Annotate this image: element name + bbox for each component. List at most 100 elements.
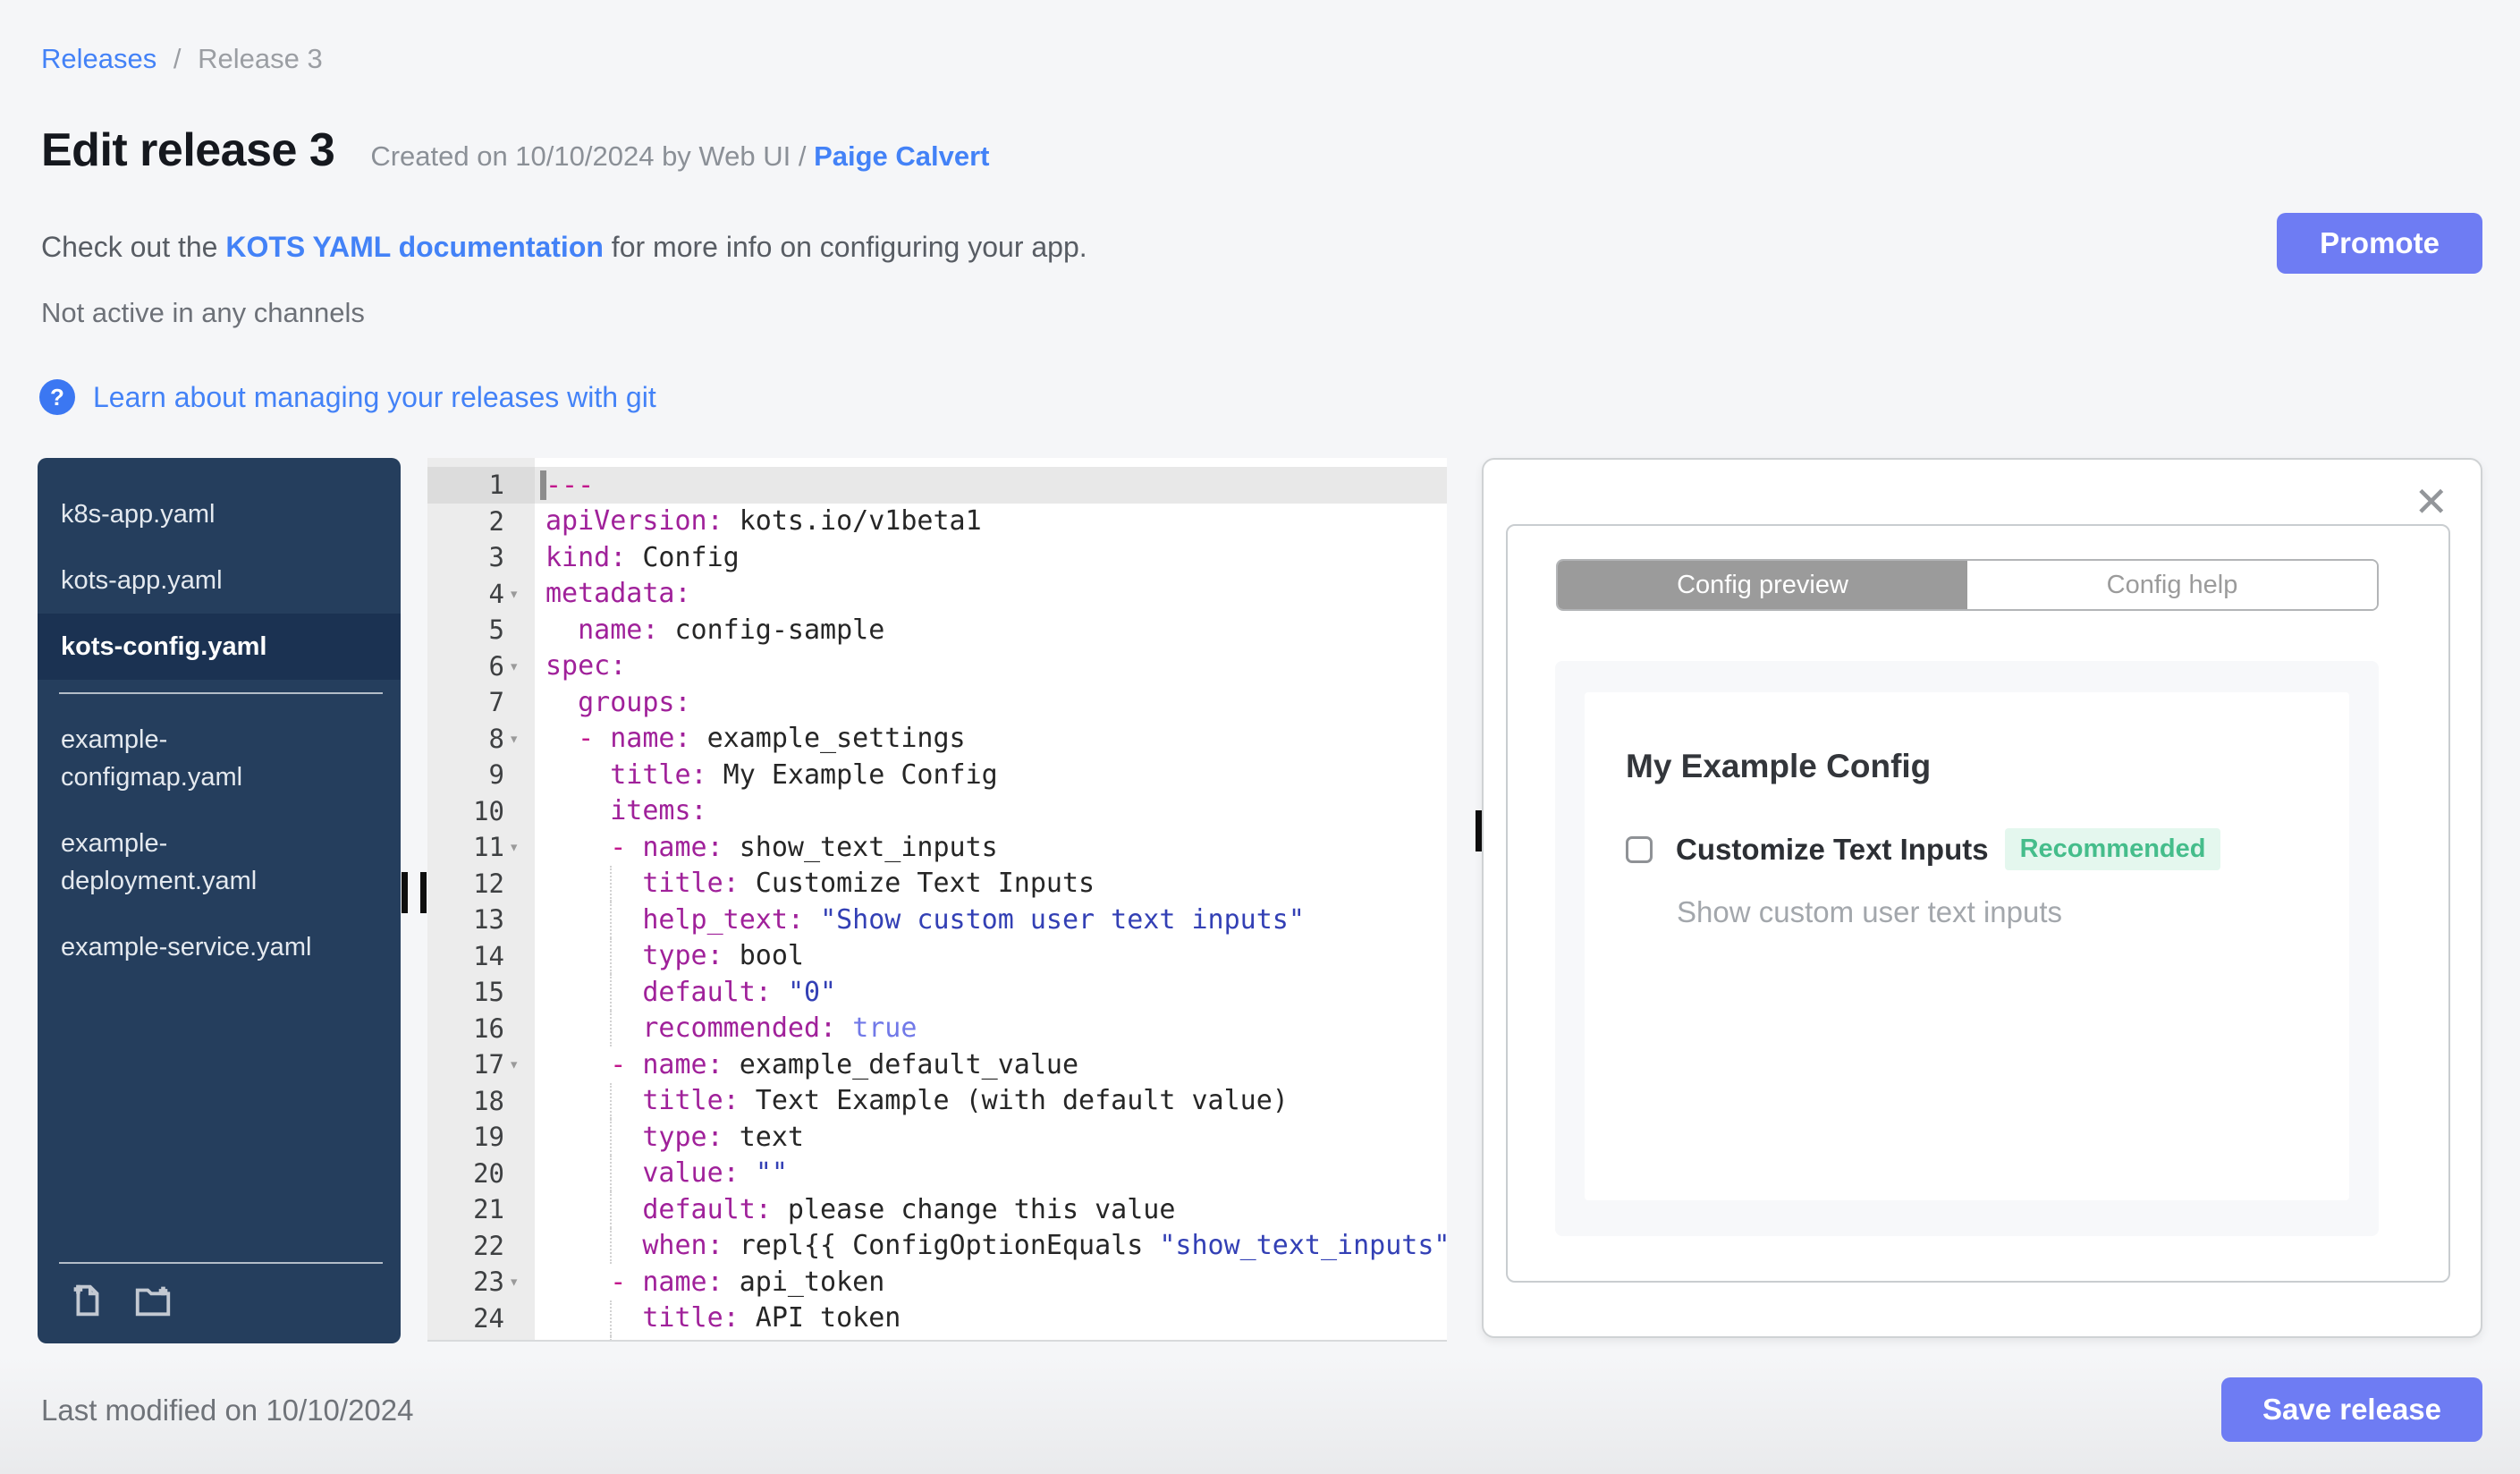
- code-text: value: "": [535, 1155, 1447, 1192]
- code-text: help_text: "Show custom user text inputs…: [535, 902, 1447, 938]
- line-number: 1: [427, 467, 535, 504]
- code-line[interactable]: 25 type: password: [427, 1336, 1447, 1340]
- author-link[interactable]: Paige Calvert: [814, 140, 989, 172]
- line-number: 15: [427, 974, 535, 1011]
- code-text: - name: example_settings: [578, 723, 966, 755]
- line-number: 9: [427, 757, 535, 793]
- code-line[interactable]: 11 ▾ - name: show_text_inputs: [427, 829, 1447, 866]
- line-number: 18: [427, 1082, 535, 1119]
- sidebar-editor-resize-handle[interactable]: [402, 872, 427, 913]
- doc-prefix: Check out the: [41, 231, 226, 263]
- config-preview-inner: Config preview Config help My Example Co…: [1506, 524, 2450, 1283]
- line-number: 6 ▾: [427, 648, 535, 684]
- line-number: 17 ▾: [427, 1046, 535, 1083]
- code-text: - name: show_text_inputs: [610, 831, 998, 863]
- code-line[interactable]: 6 ▾ spec:: [427, 648, 1447, 684]
- config-group-title: My Example Config: [1626, 748, 1932, 784]
- yaml-code-editor[interactable]: 1 --- 2 apiVersion: kots.io/v1beta1 3 kind: C…: [427, 458, 1447, 1342]
- code-line[interactable]: 3 kind: Config: [427, 539, 1447, 576]
- config-preview-panel: ✕ Config preview Config help My Example …: [1482, 458, 2482, 1338]
- code-line[interactable]: 16 recommended: true: [427, 1010, 1447, 1047]
- line-number: 19: [427, 1119, 535, 1156]
- doc-info: Check out the KOTS YAML documentation fo…: [41, 231, 1087, 264]
- channel-status: Not active in any channels: [41, 297, 365, 328]
- code-text: title: Text Example (with default value): [535, 1082, 1447, 1120]
- line-number: 2: [427, 503, 535, 539]
- git-releases-link[interactable]: Learn about managing your releases with …: [93, 381, 656, 414]
- code-text: - name: example_default_value: [610, 1048, 1079, 1080]
- fold-arrow-icon[interactable]: ▾: [504, 1055, 535, 1074]
- code-line[interactable]: 17 ▾ - name: example_default_value: [427, 1046, 1447, 1083]
- file-tree-item[interactable]: kots-config.yaml: [38, 614, 401, 680]
- config-item-label: Customize Text Inputs: [1676, 832, 1989, 866]
- new-folder-icon[interactable]: [132, 1280, 173, 1326]
- line-number: 5: [427, 612, 535, 648]
- code-line[interactable]: 10 items:: [427, 792, 1447, 829]
- line-number: 23 ▾: [427, 1264, 535, 1300]
- line-number: 10: [427, 792, 535, 829]
- code-line[interactable]: 23 ▾ - name: api_token: [427, 1264, 1447, 1300]
- fold-arrow-icon[interactable]: ▾: [504, 837, 535, 857]
- close-icon[interactable]: ✕: [2414, 481, 2448, 522]
- code-text: type: bool: [535, 937, 1447, 975]
- code-line[interactable]: 18 title: Text Example (with default val…: [427, 1082, 1447, 1120]
- code-line[interactable]: 19 type: text: [427, 1119, 1447, 1156]
- edit-release-page: { "colors": { "accent": "#6e7cf3", "link…: [0, 0, 2520, 1474]
- code-line[interactable]: 20 value: "": [427, 1155, 1447, 1192]
- file-tree-item[interactable]: kots-app.yaml: [38, 547, 401, 614]
- code-line[interactable]: 15 default: "0": [427, 974, 1447, 1011]
- code-line[interactable]: 24 title: API token: [427, 1300, 1447, 1336]
- code-line[interactable]: 2 apiVersion: kots.io/v1beta1: [427, 503, 1447, 539]
- doc-suffix: for more info on configuring your app.: [603, 231, 1087, 263]
- code-text: type: text: [535, 1119, 1447, 1156]
- code-line[interactable]: 7 groups:: [427, 684, 1447, 721]
- code-line[interactable]: 1 ---: [427, 467, 1447, 504]
- line-number: 25: [427, 1336, 535, 1340]
- code-line[interactable]: 9 title: My Example Config: [427, 757, 1447, 793]
- code-line[interactable]: 14 type: bool: [427, 937, 1447, 975]
- code-text: recommended: true: [535, 1010, 1447, 1047]
- promote-button[interactable]: Promote: [2277, 213, 2482, 274]
- code-text: default: please change this value: [535, 1191, 1447, 1228]
- question-icon: ?: [39, 379, 75, 415]
- line-number: 11 ▾: [427, 829, 535, 866]
- save-release-button[interactable]: Save release: [2221, 1377, 2482, 1442]
- fold-arrow-icon[interactable]: ▾: [504, 1272, 535, 1292]
- code-text: apiVersion: kots.io/v1beta1: [545, 505, 982, 538]
- code-line[interactable]: 12 title: Customize Text Inputs: [427, 865, 1447, 902]
- fold-arrow-icon[interactable]: ▾: [504, 729, 535, 749]
- kots-yaml-doc-link[interactable]: KOTS YAML documentation: [225, 231, 604, 263]
- tab-config-help[interactable]: Config help: [1967, 561, 2377, 609]
- file-tree-item[interactable]: example-service.yaml: [38, 914, 401, 980]
- tree-footer: [38, 1250, 401, 1326]
- fold-arrow-icon[interactable]: ▾: [504, 584, 535, 604]
- code-line[interactable]: 21 default: please change this value: [427, 1191, 1447, 1228]
- code-text: metadata:: [545, 578, 691, 610]
- new-file-icon[interactable]: [66, 1280, 107, 1326]
- line-number: 7: [427, 684, 535, 721]
- breadcrumb-releases-link[interactable]: Releases: [41, 43, 156, 74]
- line-number: 8 ▾: [427, 720, 535, 757]
- code-line[interactable]: 22 when: repl{{ ConfigOptionEquals "show…: [427, 1227, 1447, 1264]
- code-line[interactable]: 13 help_text: "Show custom user text inp…: [427, 902, 1447, 938]
- line-number: 16: [427, 1010, 535, 1046]
- code-text: spec:: [545, 650, 627, 682]
- code-line[interactable]: 4 ▾ metadata:: [427, 575, 1447, 612]
- code-text: ---: [535, 467, 1447, 504]
- config-preview-viewport: My Example Config Customize Text Inputs …: [1555, 661, 2379, 1236]
- code-text: type: password: [535, 1336, 1447, 1340]
- code-text: default: "0": [535, 974, 1447, 1011]
- code-line[interactable]: 8 ▾ - name: example_settings: [427, 720, 1447, 757]
- tab-config-preview[interactable]: Config preview: [1558, 561, 1967, 609]
- file-tree-item[interactable]: example-configmap.yaml: [38, 707, 401, 810]
- fold-arrow-icon[interactable]: ▾: [504, 657, 535, 676]
- file-tree-item[interactable]: example-deployment.yaml: [38, 810, 401, 914]
- page-title: Edit release 3: [41, 124, 335, 176]
- line-number: 13: [427, 902, 535, 938]
- file-tree-item[interactable]: k8s-app.yaml: [38, 481, 401, 547]
- code-text: - name: api_token: [610, 1266, 885, 1298]
- file-tree-bottom-group: example-configmap.yaml example-deployment…: [38, 707, 401, 980]
- code-line[interactable]: 5 name: config-sample: [427, 612, 1447, 648]
- last-modified-text: Last modified on 10/10/2024: [41, 1394, 414, 1427]
- customize-text-inputs-checkbox[interactable]: [1626, 835, 1653, 863]
